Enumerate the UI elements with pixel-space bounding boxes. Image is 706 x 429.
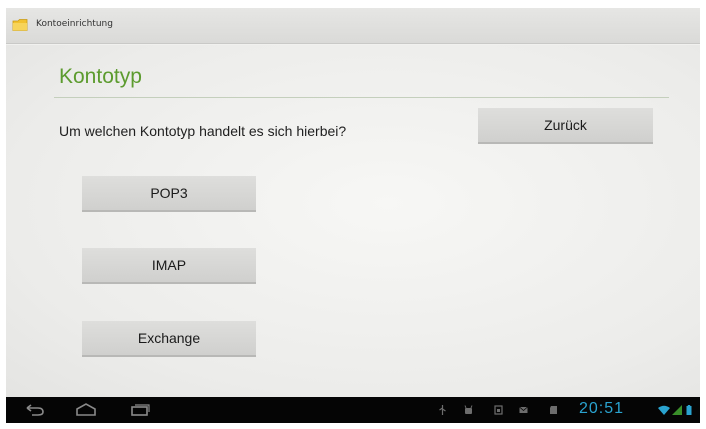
- email-notification-icon: [519, 406, 528, 413]
- title-divider: [54, 97, 669, 98]
- exchange-button[interactable]: Exchange: [82, 321, 256, 357]
- page-title: Kontotyp: [59, 65, 142, 88]
- download-icon: [494, 405, 503, 415]
- status-clock: 20:51: [579, 400, 625, 417]
- usb-icon: [439, 405, 446, 415]
- home-nav-icon[interactable]: [74, 402, 98, 418]
- battery-icon: [686, 405, 692, 415]
- recent-apps-nav-icon[interactable]: [129, 402, 151, 418]
- imap-button[interactable]: IMAP: [82, 248, 256, 284]
- sd-card-icon: [550, 406, 557, 414]
- actionbar-title: Kontoeinrichtung: [36, 19, 113, 29]
- wifi-icon: [658, 405, 670, 415]
- content-area: Kontotyp Um welchen Kontotyp handelt es …: [6, 45, 700, 397]
- folder-icon: [12, 19, 28, 31]
- back-nav-icon[interactable]: [24, 402, 46, 418]
- question-label: Um welchen Kontotyp handelt es sich hier…: [59, 123, 347, 139]
- back-button[interactable]: Zurück: [478, 108, 653, 144]
- signal-icon: [672, 405, 682, 415]
- system-navigation-bar: 20:51: [6, 397, 700, 423]
- action-bar: Kontoeinrichtung: [6, 8, 700, 44]
- android-debug-icon: [464, 405, 473, 414]
- app-window: Kontoeinrichtung Kontotyp Um welchen Kon…: [6, 8, 700, 423]
- pop3-button[interactable]: POP3: [82, 176, 256, 212]
